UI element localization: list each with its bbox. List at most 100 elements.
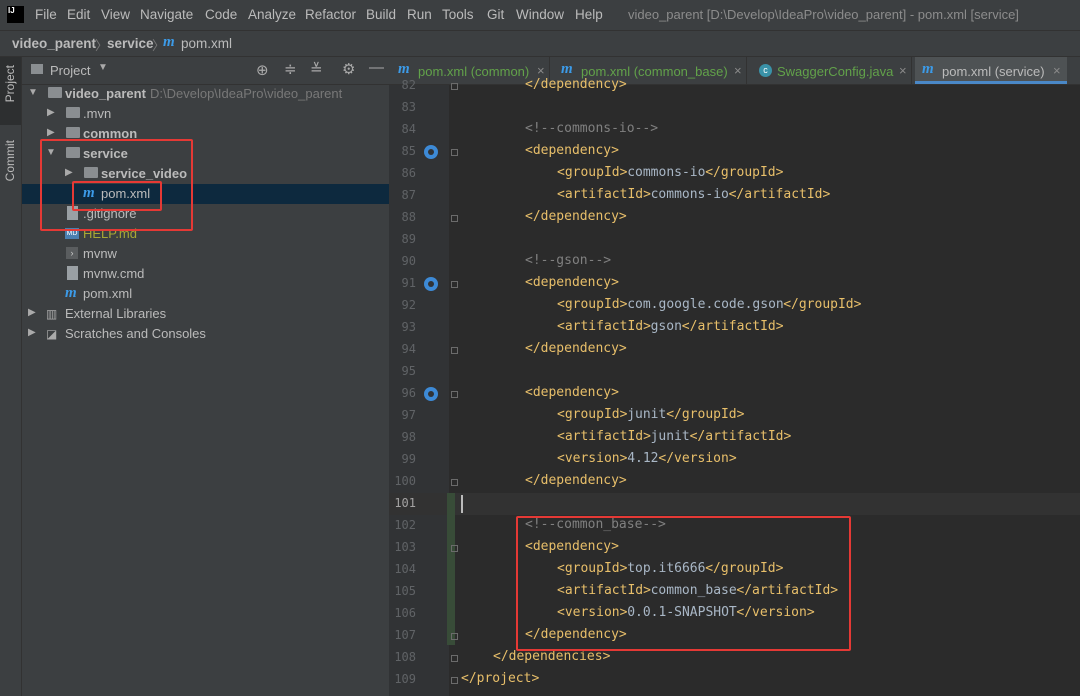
project-tool-tab[interactable]: Project xyxy=(3,65,17,102)
tree-label: pom.xml xyxy=(83,286,133,301)
menu-git[interactable]: Git xyxy=(487,7,504,22)
menu-code[interactable]: Code xyxy=(205,7,237,22)
tab-label: pom.xml (service) xyxy=(942,64,1045,79)
fold-marker-icon[interactable] xyxy=(451,479,458,486)
project-view-title[interactable]: Project xyxy=(50,63,90,78)
window-title: video_parent [D:\Develop\IdeaPro\video_p… xyxy=(628,7,1019,22)
menu-edit[interactable]: Edit xyxy=(67,7,90,22)
xml-tag: </dependencies> xyxy=(493,649,611,664)
xml-text: commons-io xyxy=(650,187,729,202)
maven-dependency-gutter-icon[interactable] xyxy=(424,387,438,401)
expand-all-icon[interactable]: ≑ xyxy=(284,60,297,78)
menu-tools[interactable]: Tools xyxy=(442,7,474,22)
line-number: 97 xyxy=(401,408,416,422)
collapse-all-icon[interactable]: ≚ xyxy=(310,60,323,78)
xml-tag: </version> xyxy=(658,451,737,466)
project-panel-header: Project ▼ ⊕ ≑ ≚ ⚙ — xyxy=(22,57,389,85)
gear-icon[interactable]: ⚙ xyxy=(342,60,355,78)
menu-navigate[interactable]: Navigate xyxy=(140,7,193,22)
xml-tag: <dependency> xyxy=(525,385,619,400)
xml-tag: </groupId> xyxy=(783,297,862,312)
fold-marker-icon[interactable] xyxy=(451,391,458,398)
locate-icon[interactable]: ⊕ xyxy=(256,61,269,79)
xml-text: 4.12 xyxy=(627,451,659,466)
fold-marker-icon[interactable] xyxy=(451,633,458,640)
fold-marker-icon[interactable] xyxy=(451,347,458,354)
line-number: 103 xyxy=(394,540,416,554)
xml-tag: </project> xyxy=(461,671,540,686)
fold-marker-icon[interactable] xyxy=(451,149,458,156)
commit-tool-tab[interactable]: Commit xyxy=(3,140,17,181)
xml-tag: <artifactId> xyxy=(557,429,651,444)
folder-icon xyxy=(31,64,43,74)
tab-swagger-config[interactable]: c SwaggerConfig.java × xyxy=(749,57,912,84)
close-icon[interactable]: × xyxy=(537,63,545,78)
tree-item-root-pom[interactable]: m pom.xml xyxy=(22,284,389,304)
menu-view[interactable]: View xyxy=(101,7,130,22)
module-folder-icon xyxy=(66,127,80,138)
line-number: 87 xyxy=(401,188,416,202)
fold-marker-icon[interactable] xyxy=(451,215,458,222)
fold-marker-icon[interactable] xyxy=(451,545,458,552)
chevron-right-icon[interactable]: ▶ xyxy=(47,107,55,118)
maven-dependency-gutter-icon[interactable] xyxy=(424,277,438,291)
line-number: 84 xyxy=(401,122,416,136)
tree-item-scratches[interactable]: ▶ ◪ Scratches and Consoles xyxy=(22,324,389,344)
maven-dependency-gutter-icon[interactable] xyxy=(424,145,438,159)
fold-marker-icon[interactable] xyxy=(451,655,458,662)
fold-marker-icon[interactable] xyxy=(451,83,458,90)
tree-item-mvnw[interactable]: › mvnw xyxy=(22,244,389,264)
xml-tag: </groupId> xyxy=(705,165,784,180)
chevron-right-icon[interactable]: ▶ xyxy=(28,327,36,338)
line-number: 94 xyxy=(401,342,416,356)
line-number: 95 xyxy=(401,364,416,378)
fold-marker-icon[interactable] xyxy=(451,281,458,288)
xml-text: com.google.code.gson xyxy=(627,297,784,312)
line-number: 99 xyxy=(401,452,416,466)
line-number: 105 xyxy=(394,584,416,598)
line-number: 104 xyxy=(394,562,416,576)
minimize-icon[interactable]: — xyxy=(369,59,384,76)
breadcrumb-module[interactable]: service xyxy=(107,36,154,51)
close-icon[interactable]: × xyxy=(1053,63,1061,78)
highlight-box xyxy=(72,181,162,211)
line-number: 102 xyxy=(394,518,416,532)
tree-item-mvn[interactable]: ▶ .mvn xyxy=(22,104,389,124)
editor-tabs: m pom.xml (common) × m pom.xml (common_b… xyxy=(389,57,1080,85)
tab-label: pom.xml (common) xyxy=(418,64,530,79)
tool-window-strip: Project Commit xyxy=(0,57,22,696)
menu-refactor[interactable]: Refactor xyxy=(305,7,356,22)
line-number: 108 xyxy=(394,650,416,664)
dropdown-arrow-icon[interactable]: ▼ xyxy=(98,62,108,73)
chevron-right-icon[interactable]: ▶ xyxy=(47,127,55,138)
menu-file[interactable]: File xyxy=(35,7,57,22)
tab-pom-service[interactable]: m pom.xml (service) × xyxy=(915,57,1067,84)
line-number: 100 xyxy=(394,474,416,488)
close-icon[interactable]: × xyxy=(899,63,907,78)
menu-analyze[interactable]: Analyze xyxy=(248,7,296,22)
text-caret xyxy=(461,495,463,513)
tree-item-external-libraries[interactable]: ▶ ▥ External Libraries xyxy=(22,304,389,324)
tree-item-video-parent[interactable]: ▼ video_parent D:\Develop\IdeaPro\video_… xyxy=(22,84,389,104)
breadcrumb-project[interactable]: video_parent xyxy=(12,36,96,51)
menu-build[interactable]: Build xyxy=(366,7,396,22)
line-number: 107 xyxy=(394,628,416,642)
fold-marker-icon[interactable] xyxy=(451,677,458,684)
scratch-icon: ◪ xyxy=(46,327,58,341)
chevron-right-icon[interactable]: ▶ xyxy=(28,307,36,318)
tree-path: D:\Develop\IdeaPro\video_parent xyxy=(150,86,343,101)
tree-label: External Libraries xyxy=(65,306,167,321)
close-icon[interactable]: × xyxy=(734,63,742,78)
tree-item-mvnw-cmd[interactable]: mvnw.cmd xyxy=(22,264,389,284)
tree-label: .mvn xyxy=(83,106,112,121)
menu-help[interactable]: Help xyxy=(575,7,603,22)
xml-tag: <version> xyxy=(557,451,628,466)
xml-tag: </artifactId> xyxy=(681,319,784,334)
chevron-down-icon[interactable]: ▼ xyxy=(28,87,38,98)
breadcrumb-file[interactable]: pom.xml xyxy=(181,36,232,51)
menu-window[interactable]: Window xyxy=(516,7,564,22)
menu-run[interactable]: Run xyxy=(407,7,432,22)
xml-tag: <artifactId> xyxy=(557,319,651,334)
xml-tag: </groupId> xyxy=(666,407,745,422)
xml-text: gson xyxy=(650,319,682,334)
